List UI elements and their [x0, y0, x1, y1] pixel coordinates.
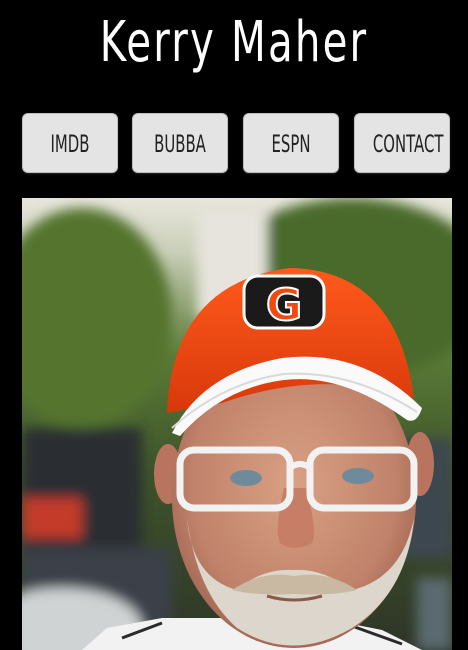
nav-button-bubba[interactable]: BUBBA — [132, 113, 228, 173]
profile-photo: G — [22, 198, 452, 650]
site-title: Kerry Maher — [99, 10, 369, 75]
nav-button-imdb-label: IMDB — [50, 130, 90, 158]
nav-button-contact-label: CONTACT — [372, 130, 444, 158]
nav-button-bubba-label: BUBBA — [154, 130, 206, 158]
main-nav: IMDB BUBBA ESPN CONTACT — [22, 113, 452, 173]
nav-button-imdb[interactable]: IMDB — [22, 113, 118, 173]
profile-photo-illustration: G — [22, 198, 452, 650]
nav-button-contact[interactable]: CONTACT — [354, 113, 450, 173]
nav-button-espn-label: ESPN — [271, 130, 311, 158]
cap-logo-letter: G — [266, 280, 302, 331]
nav-button-espn[interactable]: ESPN — [243, 113, 339, 173]
